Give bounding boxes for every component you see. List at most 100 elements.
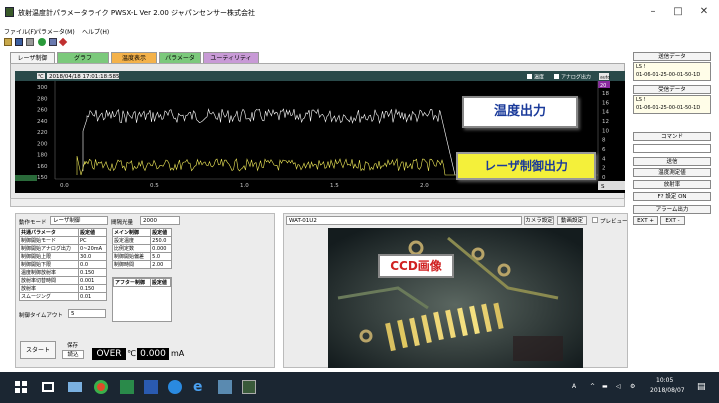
diamond-icon[interactable] [58,37,68,47]
send-data-field[interactable]: LS ! 01-06-01-25-00-01-50-1D [633,62,711,81]
app-icon-blue[interactable] [218,380,232,394]
save-button[interactable]: 保存 [67,341,78,349]
table-row: 比例定数 0.000 [111,244,172,253]
fixed-setting-button[interactable]: F? 設定 ON [633,192,711,201]
y-left-tick-label: 150 [37,175,48,181]
camera-select[interactable]: WAT-01U2 [286,216,522,225]
ime-indicator[interactable]: A [572,383,576,390]
menu-file[interactable]: ファイル(F) [4,27,36,36]
param-name-cell: 制御開始偏差 [111,252,152,261]
notification-icon[interactable]: ▤ [697,382,706,392]
send-line-1: LS ! [636,64,646,70]
y-right-tick-label: 2 [602,166,606,172]
recv-data-button[interactable]: 受信データ [633,85,711,94]
toolbar [0,37,630,48]
maximize-button[interactable]: □ [671,6,685,18]
temp-checkbox[interactable] [527,74,532,79]
preview-checkbox[interactable] [592,217,598,223]
tab-graph[interactable]: グラフ [57,52,109,63]
mode-select[interactable]: レーザ制御 [50,216,108,225]
param-value-cell[interactable]: 0.001 [78,276,107,285]
param-value-cell[interactable]: 250.0 [150,236,172,245]
analog-checkbox[interactable] [554,74,559,79]
send-button[interactable]: 送信 [633,157,711,166]
clock-time[interactable]: 10:05 [656,377,673,384]
temp-measure-button[interactable]: 温度測定値 [633,168,711,177]
y-right-tick-label: 16 [602,100,609,106]
ext-minus-button[interactable]: EXT - [660,216,685,225]
timeout-stepper[interactable]: 5 [68,309,106,318]
horizontal-scrollbar[interactable] [10,198,625,207]
param-value-cell[interactable]: 0~20mA [78,244,107,253]
after-control-box: アフター制御 設定値 [112,277,172,322]
command-input[interactable] [633,144,711,153]
menu-parameter[interactable]: パラメータ(M) [35,27,75,36]
edge-icon[interactable]: e [193,380,207,394]
volume-icon[interactable]: ◁ [616,383,621,390]
timestamp: 2018/04/18 17:01:18:585 [49,74,120,80]
param-name-cell: 放射率 [18,284,80,293]
ccd-label: CCD画像 [378,254,454,278]
run-icon[interactable] [38,38,46,46]
windows-start-icon[interactable] [14,380,28,394]
after-control-table: アフター制御 設定値 [113,278,172,287]
header-cell: メイン制御 [111,228,152,237]
param-value-cell[interactable]: 2.00 [150,260,172,269]
tab-temperature[interactable]: 温度表示 [111,52,157,63]
y-right-tick-label: 18 [602,91,609,97]
network-icon[interactable]: ▬ [602,383,608,390]
param-value-cell[interactable]: 30.0 [78,252,107,261]
tab-parameter[interactable]: パラメータ [159,52,201,63]
y-right-tick-label: 8 [602,138,606,144]
search-icon[interactable] [49,38,57,46]
file-explorer-icon[interactable] [68,382,82,392]
param-value-cell[interactable]: 0.150 [78,284,107,293]
print-icon[interactable] [26,38,34,46]
table-row: 制御開始モード PC [18,236,107,245]
current-display: 0.000 [137,348,169,360]
table-row: 制御開始アナログ出力 0~20mA [18,244,107,253]
excel-icon[interactable] [120,380,134,394]
table-header: 共通パラメータ 設定値 [18,228,107,237]
param-setting-button[interactable]: 動画設定 [557,216,587,225]
param-value-cell[interactable]: 0.150 [78,268,107,277]
header-cell: 設定値 [149,278,172,287]
param-value-cell[interactable]: 0.01 [78,292,107,301]
word-icon[interactable] [144,380,158,394]
emissivity-button[interactable]: 放射率 [633,180,711,189]
param-name-cell: 制御時間 [111,260,152,269]
auto-setting-button[interactable]: カメラ設定 [524,216,554,225]
ext-plus-button[interactable]: EXT + [633,216,658,225]
settings-icon[interactable]: ⚙ [630,383,635,390]
load-button[interactable]: 読込 [62,350,84,359]
open-icon[interactable] [4,38,12,46]
alarm-output-button[interactable]: アラーム出力 [633,205,711,214]
close-button[interactable]: ✕ [697,6,711,18]
y-right-tick-label: 4 [602,156,606,162]
param-value-cell[interactable]: 0.000 [150,244,172,253]
tab-utility[interactable]: ユーティリティ [203,52,259,63]
start-button[interactable]: スタート [20,341,56,359]
minimize-button[interactable]: – [646,6,660,18]
x-tick-label: 0.0 [60,183,69,189]
ccd-image-svg [328,228,583,368]
task-view-icon[interactable] [42,382,54,392]
skype-icon[interactable] [168,380,182,394]
command-button[interactable]: コマンド [633,132,711,141]
pwsx-app-icon[interactable] [242,380,256,394]
clock-date[interactable]: 2018/08/07 [650,387,685,394]
measure-stepper[interactable]: 2000 [140,216,180,225]
param-value-cell[interactable]: 5.0 [150,252,172,261]
auto-label: auto [600,75,610,81]
param-value-cell[interactable]: PC [78,236,107,245]
param-value-cell[interactable]: 0.0 [78,260,107,269]
recv-data-field[interactable]: LS ! 01-06-01-25-00-01-50-1D [633,95,711,114]
tab-laser-control[interactable]: レーザ制御 [10,52,55,63]
chrome-icon[interactable] [94,380,108,394]
save-icon[interactable] [15,38,23,46]
tray-up-icon[interactable]: ^ [590,383,595,390]
menu-help[interactable]: ヘルプ(H) [82,27,109,36]
table-header: メイン制御 設定値 [111,228,172,237]
table-row: スムージング 0.01 [18,292,107,301]
send-data-button[interactable]: 送信データ [633,52,711,61]
